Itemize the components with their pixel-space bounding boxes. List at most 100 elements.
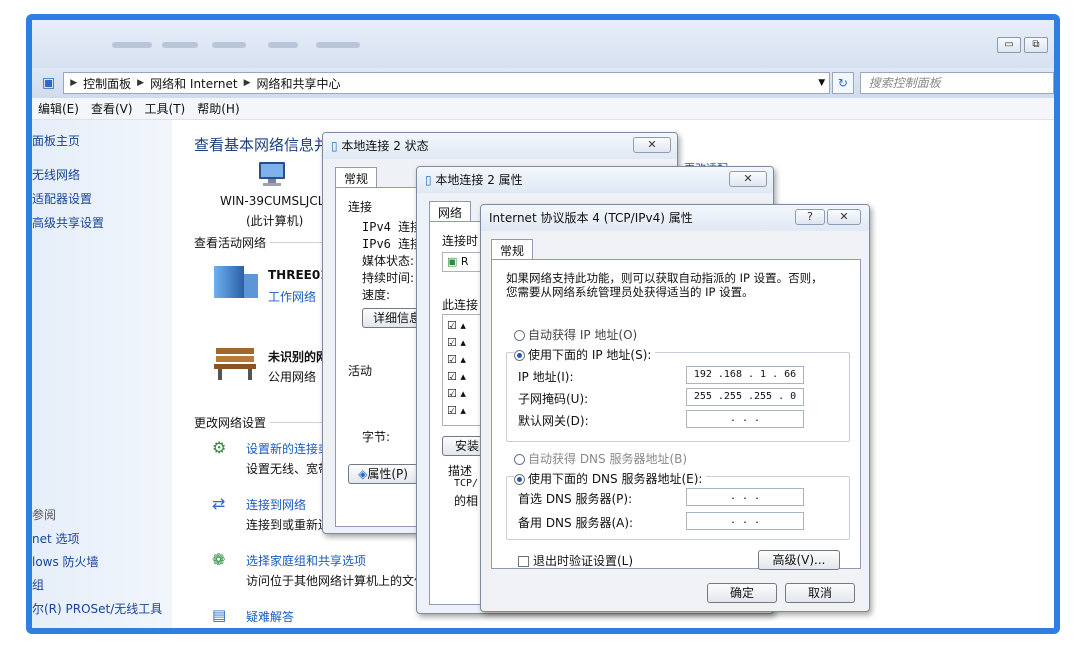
breadcrumb-control-panel[interactable]: 控制面板 (83, 75, 131, 92)
sidebar: 面板主页 无线网络 适配器设置 高级共享设置 参阅 net 选项 lows 防火… (32, 120, 172, 628)
homegroup-icon: ❁ (212, 550, 226, 569)
default-gateway-field[interactable]: . . . (686, 410, 804, 428)
page-title: 查看基本网络信息并 (194, 136, 330, 154)
validate-checkbox[interactable]: 退出时验证设置(L) (518, 552, 633, 569)
connection-section-title: 连接 (348, 200, 373, 214)
duration-label: 持续时间: (362, 271, 415, 285)
preferred-dns-label: 首选 DNS 服务器(P): (518, 492, 633, 506)
setup-connection-link[interactable]: 设置新的连接或 (246, 440, 330, 457)
sidebar-item-proset[interactable]: 尔(R) PROSet/无线工具 (32, 600, 162, 617)
radio-selected-icon (514, 350, 525, 361)
divider (270, 422, 330, 423)
menu-help[interactable]: 帮助(H) (197, 100, 239, 117)
menu-tools[interactable]: 工具(T) (145, 100, 186, 117)
description-title: 描述 (448, 464, 473, 478)
minimize-button[interactable]: ▭ (997, 37, 1021, 53)
connect-using-label: 连接时 (442, 234, 479, 248)
window-controls: ▭ ⧉ (997, 37, 1048, 53)
sidebar-home[interactable]: 面板主页 (32, 132, 80, 149)
ip-address-label: IP 地址(I): (518, 370, 574, 384)
sidebar-item-homegroup[interactable]: 组 (32, 576, 44, 593)
bench-icon (214, 348, 256, 380)
bytes-label: 字节: (362, 430, 391, 444)
connect-network-icon: ⇄ (212, 494, 226, 513)
new-connection-icon: ⚙ (212, 438, 227, 457)
breadcrumb-arrow-icon: ▶ (243, 78, 251, 88)
auto-ip-radio[interactable]: 自动获得 IP 地址(O) (514, 326, 637, 343)
description-text-2: 的相 (454, 494, 479, 508)
close-icon[interactable]: ✕ (729, 171, 767, 187)
radio-selected-icon (514, 474, 525, 485)
sidebar-see-also: 参阅 (32, 508, 57, 522)
network-adapter-icon: ▯ (425, 173, 436, 187)
blurred-toolbar-item (162, 42, 198, 48)
troubleshoot-icon: ▤ (212, 606, 227, 624)
blurred-toolbar-item (212, 42, 246, 48)
troubleshoot-link[interactable]: 疑难解答 (246, 608, 294, 625)
homegroup-link[interactable]: 选择家庭组和共享选项 (246, 552, 366, 569)
subnet-mask-label: 子网掩码(U): (518, 392, 589, 406)
search-input[interactable]: 搜索控制面板 (859, 72, 1054, 94)
sidebar-item-internet-options[interactable]: net 选项 (32, 530, 80, 547)
sidebar-item-sharing[interactable]: 高级共享设置 (32, 214, 104, 231)
alternate-dns-label: 备用 DNS 服务器(A): (518, 516, 634, 530)
ok-button[interactable]: 确定 (707, 583, 777, 603)
ipv4-properties-dialog: Internet 协议版本 4 (TCP/IPv4) 属性 ? ✕ 常规 如果网… (480, 204, 870, 612)
default-gateway-label: 默认网关(D): (518, 414, 589, 428)
close-icon[interactable]: ✕ (827, 209, 861, 225)
ipv6-connectivity-label: IPv6 连接 (362, 237, 423, 251)
connect-network-desc: 连接到或重新连 (246, 518, 331, 532)
breadcrumb-arrow-icon: ▶ (70, 78, 78, 88)
restore-button[interactable]: ⧉ (1024, 37, 1048, 53)
ipv4-dialog-title: Internet 协议版本 4 (TCP/IPv4) 属性 (489, 211, 693, 225)
blurred-toolbar-item (112, 42, 152, 48)
close-icon[interactable]: ✕ (633, 137, 671, 153)
breadcrumb-network-center[interactable]: 网络和共享中心 (256, 75, 340, 92)
description-text-1: TCP/ (454, 478, 479, 489)
media-state-label: 媒体状态: (362, 254, 415, 268)
help-icon[interactable]: ? (795, 209, 825, 225)
network-type-public: 公用网络 (268, 370, 317, 384)
breadcrumb-network-internet[interactable]: 网络和 Internet (150, 75, 237, 92)
menu-bar: 编辑(E) 查看(V) 工具(T) 帮助(H) (32, 98, 1054, 120)
manual-ip-radio[interactable]: 使用下面的 IP 地址(S): (514, 346, 656, 363)
sidebar-item-wireless[interactable]: 无线网络 (32, 166, 80, 183)
checkbox-icon (518, 556, 529, 567)
ipv4-panel: 如果网络支持此功能，则可以获取自动指派的 IP 设置。否则， 您需要从网络系统管… (491, 259, 861, 570)
network-adapter-icon: ▯ (331, 139, 342, 153)
sidebar-item-firewall[interactable]: lows 防火墙 (32, 553, 99, 570)
address-bar[interactable]: ▶ 控制面板 ▶ 网络和 Internet ▶ 网络和共享中心 ▼ (63, 72, 831, 94)
connect-network-link[interactable]: 连接到网络 (246, 496, 306, 513)
alternate-dns-field[interactable]: . . . (686, 512, 804, 530)
items-label: 此连接 (442, 298, 479, 312)
auto-dns-radio[interactable]: 自动获得 DNS 服务器地址(B) (514, 450, 687, 467)
tab-general[interactable]: 常规 (335, 167, 378, 189)
sidebar-item-adapter[interactable]: 适配器设置 (32, 190, 92, 207)
address-dropdown-icon[interactable]: ▼ (818, 78, 825, 88)
network-type-work[interactable]: 工作网络 (268, 288, 316, 305)
status-dialog-title: 本地连接 2 状态 (341, 139, 429, 153)
manual-dns-radio[interactable]: 使用下面的 DNS 服务器地址(E): (514, 470, 707, 487)
homegroup-desc: 访问位于其他网络计算机上的文件和 (246, 574, 439, 588)
ip-address-field[interactable]: 192 .168 . 1 . 66 (686, 366, 804, 384)
menu-view[interactable]: 查看(V) (91, 100, 133, 117)
subnet-mask-field[interactable]: 255 .255 .255 . 0 (686, 388, 804, 406)
properties-button[interactable]: ◈属性(P) (348, 464, 418, 484)
blurred-toolbar-item (268, 42, 298, 48)
computer-name: WIN-39CUMSLJCL0 (220, 194, 333, 208)
tab-networking[interactable]: 网络 (429, 201, 472, 223)
speed-label: 速度: (362, 288, 391, 302)
properties-dialog-title: 本地连接 2 属性 (435, 173, 523, 187)
screenshot-frame: ▭ ⧉ ▣ ▶ 控制面板 ▶ 网络和 Internet ▶ 网络和共享中心 ▼ … (26, 14, 1060, 634)
properties-dialog-titlebar: ▯ 本地连接 2 属性 (417, 167, 773, 193)
breadcrumb-arrow-icon: ▶ (137, 78, 145, 88)
cancel-button[interactable]: 取消 (785, 583, 855, 603)
menu-edit[interactable]: 编辑(E) (38, 100, 79, 117)
change-settings-title: 更改网络设置 (194, 416, 267, 430)
preferred-dns-field[interactable]: . . . (686, 488, 804, 506)
tab-general[interactable]: 常规 (491, 239, 534, 261)
computer-label: (此计算机) (246, 214, 304, 228)
ipv4-connectivity-label: IPv4 连接 (362, 220, 423, 234)
advanced-button[interactable]: 高级(V)... (758, 550, 840, 570)
refresh-button[interactable]: ↻ (832, 72, 854, 94)
